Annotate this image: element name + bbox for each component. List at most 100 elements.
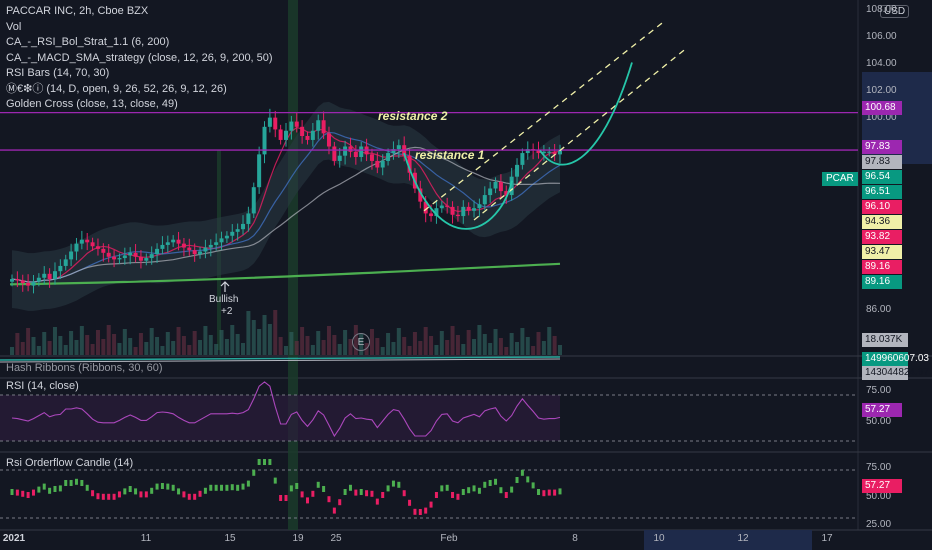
- price-tag: 89.16: [862, 260, 902, 274]
- price-tag: 94.36: [862, 215, 902, 229]
- orderflow-candle: [220, 484, 224, 491]
- candle-body: [278, 129, 283, 140]
- volume-bar: [203, 326, 208, 355]
- earnings-marker[interactable]: E: [352, 333, 370, 351]
- orderflow-candle: [456, 493, 460, 500]
- candle-body: [198, 251, 203, 255]
- hash-ribbons-tag-1: 149960607.03: [862, 352, 929, 366]
- orderflow-candle: [209, 484, 213, 491]
- volume-bar: [85, 335, 90, 355]
- time-label: 11: [140, 533, 152, 544]
- candle-body: [386, 153, 391, 161]
- candle-body: [547, 151, 552, 153]
- orderflow-candle: [198, 490, 202, 497]
- orderflow-candle: [348, 484, 352, 491]
- candle-body: [219, 238, 224, 243]
- orderflow-candle: [440, 485, 444, 492]
- indicator-rsi-bars[interactable]: RSI Bars (14, 70, 30): [6, 66, 273, 82]
- price-tag: 96.10: [862, 200, 902, 214]
- volume-bar: [42, 332, 47, 355]
- candle-body: [396, 145, 401, 150]
- volume-bar: [273, 310, 278, 355]
- indicator-golden-cross[interactable]: Golden Cross (close, 13, close, 49): [6, 97, 273, 113]
- resistance-1-label[interactable]: resistance 1: [415, 148, 484, 162]
- volume-bar: [412, 332, 417, 355]
- candle-body: [520, 153, 525, 165]
- candle-body: [31, 281, 36, 286]
- candle-body: [181, 243, 186, 248]
- price-tag: 18.037K: [862, 333, 908, 347]
- rsi-orderflow-title[interactable]: Rsi Orderflow Candle (14): [6, 457, 133, 469]
- volume-bar: [31, 337, 36, 355]
- volume-bar: [375, 338, 380, 355]
- volume-bar: [466, 330, 471, 355]
- indicator-ichimoku-combo[interactable]: Ⓜ€❇ⓘ (14, D, open, 9, 26, 52, 26, 9, 12,…: [6, 82, 273, 98]
- symbol-price-tag: PCAR: [822, 172, 858, 186]
- candle-body: [101, 248, 106, 253]
- symbol-title[interactable]: PACCAR INC, 2h, Cboe BZX: [6, 4, 273, 20]
- bullish-signal-value: +2: [221, 306, 233, 317]
- volume-bar: [536, 332, 541, 355]
- candle-body: [74, 243, 79, 252]
- chart-legend: PACCAR INC, 2h, Cboe BZX Vol CA_-_RSI_Bo…: [6, 4, 273, 113]
- indicator-macd[interactable]: CA_-_MACD_SMA_strategy (close, 12, 26, 9…: [6, 51, 273, 67]
- orderflow-candle: [338, 499, 342, 506]
- candle-body: [165, 242, 170, 245]
- volume-bar: [106, 325, 111, 355]
- volume-bar: [386, 333, 391, 355]
- candle-body: [15, 279, 20, 281]
- indicator-rsi-bol[interactable]: CA_-_RSI_Bol_Strat_1.1 (6, 200): [6, 35, 273, 51]
- volume-bar: [20, 342, 25, 355]
- price-tick: 102.00: [866, 85, 897, 96]
- orderflow-candle: [408, 499, 412, 506]
- orderflow-candle: [273, 477, 277, 484]
- orderflow-candle: [166, 483, 170, 490]
- resistance-2-label[interactable]: resistance 2: [378, 109, 447, 123]
- orderflow-candle: [257, 459, 261, 465]
- volume-bar: [289, 332, 294, 355]
- candle-body: [472, 208, 477, 211]
- session-highlight: [288, 0, 298, 530]
- volume-bar: [235, 334, 240, 355]
- volume-bar: [208, 335, 213, 355]
- orderflow-candle: [316, 481, 320, 488]
- orderflow-candle: [295, 483, 299, 489]
- candle-body: [326, 133, 331, 147]
- orderflow-candle: [547, 489, 551, 496]
- rsi-title[interactable]: RSI (14, close): [6, 380, 79, 392]
- indicator-vol[interactable]: Vol: [6, 20, 273, 36]
- orderflow-candle: [402, 490, 406, 497]
- orderflow-candle: [354, 489, 358, 496]
- volume-bar: [176, 327, 181, 355]
- volume-bar: [187, 345, 192, 355]
- volume-bar: [214, 344, 219, 355]
- candle-body: [133, 252, 138, 257]
- volume-bar: [294, 341, 299, 355]
- volume-bar: [482, 334, 487, 355]
- time-label: 12: [737, 533, 749, 544]
- candle-body: [466, 206, 471, 211]
- volume-bar: [369, 329, 374, 355]
- candle-body: [42, 273, 47, 278]
- volume-bar: [525, 337, 530, 355]
- orderflow-candle: [21, 490, 25, 497]
- orderflow-candle: [91, 490, 95, 497]
- hash-ribbons-title[interactable]: Hash Ribbons (Ribbons, 30, 60): [6, 362, 163, 374]
- orderflow-candle: [150, 487, 154, 494]
- orderflow-candle: [289, 485, 293, 492]
- volume-bar: [79, 326, 84, 355]
- candle-body: [321, 120, 326, 134]
- candle-body: [246, 213, 251, 224]
- candle-body: [343, 146, 348, 156]
- orderflow-candle: [101, 493, 105, 500]
- orderflow-candle: [531, 482, 535, 489]
- candle-body: [79, 239, 84, 244]
- volume-bar: [498, 338, 503, 355]
- orderflow-candle: [246, 480, 250, 487]
- volume-bar: [310, 345, 315, 355]
- orderflow-candle: [279, 495, 283, 501]
- volume-bar: [321, 340, 326, 355]
- volume-bar: [343, 330, 348, 355]
- orderflow-candle: [429, 501, 433, 508]
- candle-body: [300, 126, 305, 136]
